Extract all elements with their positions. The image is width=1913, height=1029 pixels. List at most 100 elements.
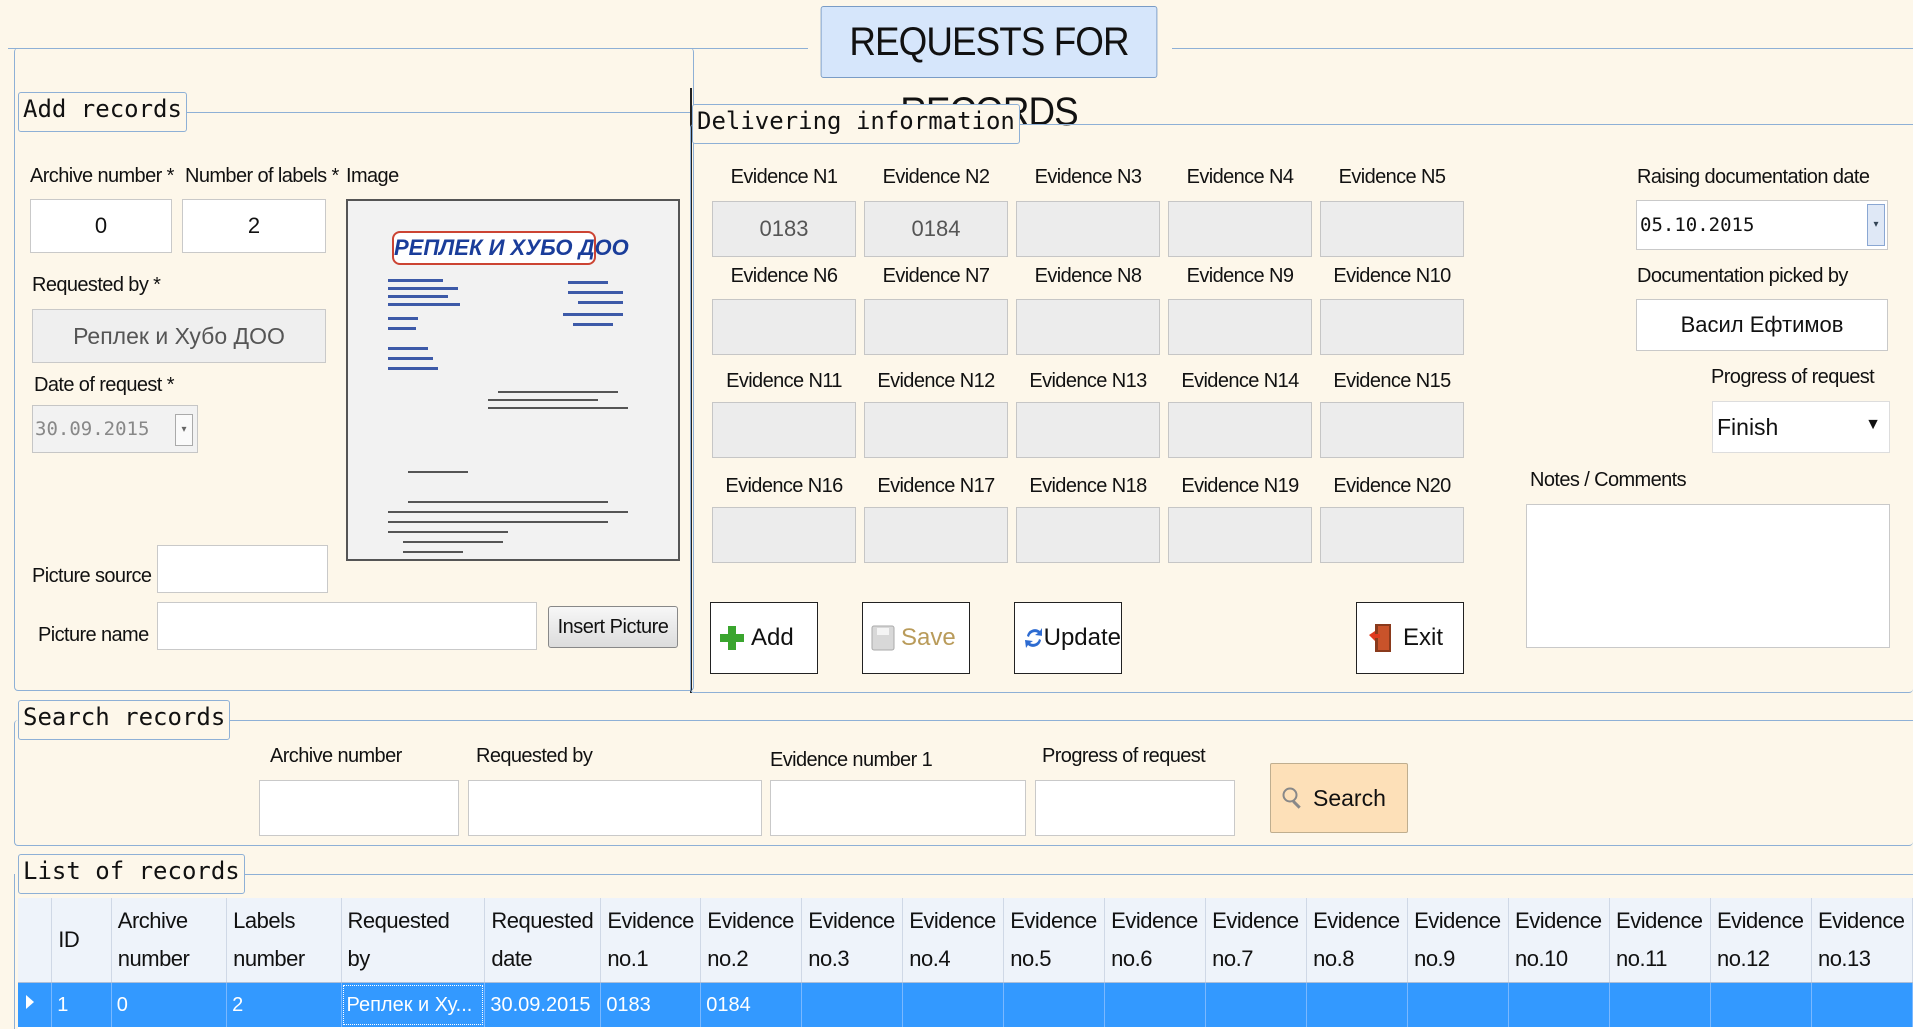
table-cell[interactable] bbox=[801, 982, 904, 1027]
table-cell[interactable] bbox=[1710, 982, 1812, 1027]
evidence-n4-input[interactable] bbox=[1168, 201, 1312, 257]
column-header-text: Evidence bbox=[1616, 908, 1703, 933]
table-cell[interactable] bbox=[1003, 982, 1106, 1027]
progress-of-request-select[interactable]: Finish ▼ bbox=[1712, 401, 1890, 453]
evidence-n1-input[interactable]: 0183 bbox=[712, 201, 856, 257]
evidence-n11-input[interactable] bbox=[712, 402, 856, 458]
requested-by-input[interactable]: Реплек и Хубо ДОО bbox=[32, 309, 326, 363]
table-cell[interactable] bbox=[1609, 982, 1711, 1027]
column-header[interactable]: Evidence no.1 bbox=[600, 898, 702, 983]
raising-date-picker[interactable]: 05.10.2015 ▾ bbox=[1636, 200, 1888, 250]
evidence-n13-label: Evidence N13 bbox=[1029, 370, 1147, 392]
exit-door-icon bbox=[1369, 624, 1391, 652]
insert-picture-button[interactable]: Insert Picture bbox=[548, 606, 678, 648]
table-cell[interactable]: 0184 bbox=[700, 982, 803, 1027]
evidence-n11-label: Evidence N11 bbox=[726, 370, 842, 392]
evidence-n18-label: Evidence N18 bbox=[1029, 475, 1147, 497]
evidence-n17-label: Evidence N17 bbox=[877, 475, 995, 497]
search-progress-label: Progress of request bbox=[1042, 745, 1206, 767]
column-header[interactable]: Requested date bbox=[484, 898, 602, 983]
evidence-n19-input[interactable] bbox=[1168, 507, 1312, 563]
search-archive-input[interactable] bbox=[259, 780, 459, 836]
table-cell[interactable] bbox=[1104, 982, 1207, 1027]
records-grid[interactable]: ID Archive number Labels number Requested by Re… bbox=[18, 898, 1913, 1029]
raising-date-dropdown-icon[interactable]: ▾ bbox=[1867, 204, 1885, 246]
column-header[interactable]: ID bbox=[51, 898, 112, 983]
column-header-text: no.2 bbox=[707, 946, 749, 971]
column-header-text: no.3 bbox=[808, 946, 850, 971]
picked-by-input[interactable]: Васил Ефтимов bbox=[1636, 299, 1888, 351]
evidence-n20-input[interactable] bbox=[1320, 507, 1464, 563]
evidence-n3-input[interactable] bbox=[1016, 201, 1160, 257]
column-header-text: no.8 bbox=[1313, 946, 1354, 971]
date-of-request-label: Date of request * bbox=[34, 374, 174, 396]
save-button[interactable]: Save bbox=[862, 602, 970, 674]
notes-textarea[interactable] bbox=[1526, 504, 1890, 648]
table-cell[interactable] bbox=[1306, 982, 1409, 1027]
image-label: Image bbox=[346, 165, 399, 187]
column-header-text: Evidence bbox=[1010, 908, 1097, 933]
evidence-n16-input[interactable] bbox=[712, 507, 856, 563]
exit-button[interactable]: Exit bbox=[1356, 602, 1464, 674]
column-header[interactable]: Evidence no.3 bbox=[801, 898, 904, 983]
search-button[interactable]: Search bbox=[1270, 763, 1408, 833]
evidence-n5-input[interactable] bbox=[1320, 201, 1464, 257]
add-button[interactable]: Add bbox=[710, 602, 818, 674]
table-cell[interactable] bbox=[1205, 982, 1308, 1027]
column-header[interactable]: Evidence no.6 bbox=[1104, 898, 1207, 983]
evidence-n2-input[interactable]: 0184 bbox=[864, 201, 1008, 257]
column-header[interactable]: Evidence no.2 bbox=[700, 898, 803, 983]
column-header[interactable]: Evidence no.11 bbox=[1609, 898, 1711, 983]
evidence-n6-input[interactable] bbox=[712, 299, 856, 355]
evidence-n14-input[interactable] bbox=[1168, 402, 1312, 458]
column-header[interactable]: Evidence no.8 bbox=[1306, 898, 1409, 983]
column-header-text: Evidence bbox=[1515, 908, 1602, 933]
date-of-request-picker[interactable]: 30.09.2015 ▾ bbox=[32, 405, 198, 453]
table-cell[interactable] bbox=[1407, 982, 1510, 1027]
progress-dropdown-icon[interactable]: ▼ bbox=[1865, 416, 1881, 434]
evidence-n10-input[interactable] bbox=[1320, 299, 1464, 355]
table-cell[interactable] bbox=[1811, 982, 1913, 1027]
row-indicator-icon bbox=[18, 982, 53, 1027]
evidence-n18-input[interactable] bbox=[1016, 507, 1160, 563]
table-cell[interactable]: 0183 bbox=[600, 982, 702, 1027]
column-header[interactable]: Evidence no.7 bbox=[1205, 898, 1308, 983]
table-row[interactable]: 1 0 2 Реплек и Ху... 30.09.2015 0183 0184 bbox=[18, 982, 1913, 1027]
column-header[interactable]: Evidence no.4 bbox=[902, 898, 1005, 983]
search-requested-input[interactable] bbox=[468, 780, 762, 836]
archive-number-input[interactable]: 0 bbox=[30, 199, 172, 253]
date-dropdown-arrow-icon[interactable]: ▾ bbox=[175, 414, 193, 446]
table-cell[interactable]: 2 bbox=[226, 982, 342, 1027]
column-header[interactable]: Evidence no.13 bbox=[1811, 898, 1913, 983]
picture-source-input[interactable] bbox=[157, 545, 328, 593]
column-header[interactable]: Evidence no.12 bbox=[1710, 898, 1812, 983]
row-selector-header bbox=[18, 898, 53, 983]
table-cell[interactable]: 1 bbox=[51, 982, 112, 1027]
column-header[interactable]: Evidence no.10 bbox=[1508, 898, 1611, 983]
column-header[interactable]: Requested by bbox=[341, 898, 486, 983]
picture-name-input[interactable] bbox=[157, 602, 537, 650]
column-header[interactable]: Labels number bbox=[226, 898, 342, 983]
evidence-n9-input[interactable] bbox=[1168, 299, 1312, 355]
table-cell[interactable]: 0 bbox=[111, 982, 228, 1027]
evidence-n8-input[interactable] bbox=[1016, 299, 1160, 355]
search-evidence-input[interactable] bbox=[770, 780, 1026, 836]
search-requested-label: Requested by bbox=[476, 745, 593, 767]
column-header-text: number bbox=[117, 946, 190, 971]
column-header[interactable]: Evidence no.5 bbox=[1003, 898, 1106, 983]
table-cell[interactable]: Реплек и Ху... bbox=[341, 982, 486, 1027]
search-progress-input[interactable] bbox=[1035, 780, 1235, 836]
evidence-n13-input[interactable] bbox=[1016, 402, 1160, 458]
evidence-n17-input[interactable] bbox=[864, 507, 1008, 563]
evidence-n12-input[interactable] bbox=[864, 402, 1008, 458]
evidence-n15-input[interactable] bbox=[1320, 402, 1464, 458]
evidence-n7-input[interactable] bbox=[864, 299, 1008, 355]
table-cell[interactable] bbox=[902, 982, 1005, 1027]
raising-date-label: Raising documentation date bbox=[1637, 166, 1870, 188]
table-cell[interactable]: 30.09.2015 bbox=[484, 982, 602, 1027]
update-button[interactable]: Update bbox=[1014, 602, 1122, 674]
labels-number-input[interactable]: 2 bbox=[182, 199, 326, 253]
column-header[interactable]: Archive number bbox=[111, 898, 228, 983]
table-cell[interactable] bbox=[1508, 982, 1611, 1027]
column-header[interactable]: Evidence no.9 bbox=[1407, 898, 1510, 983]
